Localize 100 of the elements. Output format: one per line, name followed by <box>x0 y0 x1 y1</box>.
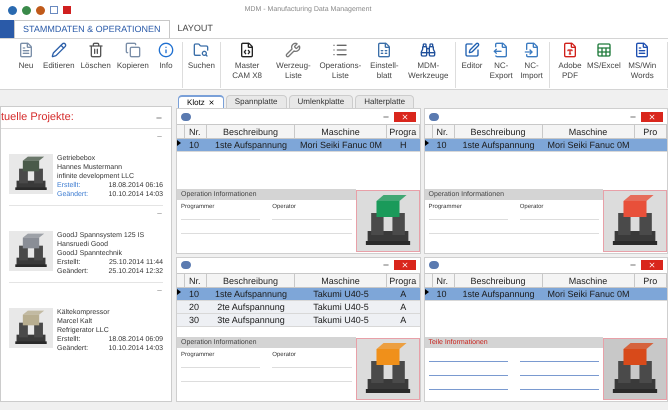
column-header[interactable]: Progra <box>387 125 420 138</box>
document-tab[interactable]: Umlenkplatte <box>288 95 354 108</box>
table-row[interactable]: 10 1ste Aufspannung Takumi U40-5 A <box>177 288 420 300</box>
ribbon-tab[interactable]: STAMMDATEN & OPERATIONEN <box>14 20 170 38</box>
info-icon <box>158 42 174 58</box>
panel-icon <box>181 261 191 269</box>
ribbon-button[interactable]: Master CAM X8 <box>224 42 270 88</box>
ribbon-button[interactable]: Adobe PDF <box>552 42 588 88</box>
table-cell-text: Takumi U40-5 <box>312 288 370 300</box>
column-header[interactable]: Beschreibung <box>207 274 295 286</box>
document-icon <box>18 42 34 58</box>
row-pointer-icon <box>177 140 181 146</box>
ribbon-button[interactable]: Werzeug-Liste <box>272 42 315 88</box>
table-cell-text: 20 <box>188 300 200 312</box>
table-cell-text: 10 <box>436 139 448 151</box>
column-header[interactable]: Nr. <box>432 274 454 286</box>
close-button[interactable] <box>394 260 416 270</box>
column-header[interactable]: Nr. <box>185 274 207 286</box>
row-pointer-icon <box>424 288 428 294</box>
pdf-file-icon <box>562 42 578 58</box>
edit-icon <box>464 42 480 58</box>
collapse-icon[interactable] <box>156 133 163 140</box>
ribbon-button[interactable]: Neu <box>13 42 39 88</box>
ribbon-button[interactable]: Löschen <box>78 42 113 88</box>
table-cell-text: 30 <box>188 314 200 326</box>
table-cell-text: Mori Seiki Fanuc 0M <box>546 288 631 300</box>
table-cell-text: A <box>399 288 408 300</box>
column-header[interactable]: Maschine <box>295 125 387 138</box>
table-cell-text: A <box>399 314 408 326</box>
table-cell-text: 1ste Aufspannung <box>461 139 536 151</box>
document-tab[interactable]: Spannplatte <box>226 95 286 108</box>
row-pointer-icon <box>424 140 428 146</box>
ribbon-button[interactable]: Einstell-blatt <box>366 42 403 88</box>
close-icon[interactable] <box>208 99 215 106</box>
ribbon-button[interactable]: NC-Export <box>487 42 516 88</box>
table-cell-text: 2te Aufspannung <box>216 300 286 312</box>
spreadsheet-icon <box>596 42 612 58</box>
column-header[interactable]: Beschreibung <box>207 125 295 138</box>
table-cell-text: H <box>399 139 408 151</box>
column-header[interactable]: Beschreibung <box>454 125 542 138</box>
table-cell-text: Takumi U40-5 <box>312 300 370 312</box>
collapse-icon[interactable] <box>156 210 163 217</box>
pencil-icon <box>50 42 67 58</box>
column-header[interactable]: Beschreibung <box>454 274 542 286</box>
panel-icon <box>428 261 438 269</box>
close-button[interactable] <box>394 112 416 122</box>
close-button[interactable] <box>641 260 663 270</box>
close-icon <box>400 261 408 269</box>
folder-search-icon <box>193 42 210 58</box>
table-row[interactable]: 10 1ste Aufspannung Mori Seiki Fanuc 0M <box>424 288 667 300</box>
table-cell-text: 1ste Aufspannung <box>214 288 288 300</box>
table-cell-text: 10 <box>188 139 200 151</box>
ribbon-button[interactable]: Editor <box>459 42 485 88</box>
sheet-icon <box>376 42 392 58</box>
column-header[interactable]: Maschine <box>542 274 634 286</box>
ribbon-button[interactable]: MS/Win Words <box>620 42 664 88</box>
table-row[interactable]: 30 3te Aufspannung Takumi U40-5 A <box>177 314 420 326</box>
text-file-icon <box>634 42 650 58</box>
table-cell-text: 1ste Aufspannung <box>214 139 288 151</box>
close-icon <box>648 261 656 269</box>
column-header[interactable]: Maschine <box>295 274 387 286</box>
table-cell-text: 10 <box>436 288 448 300</box>
list-icon <box>332 42 348 58</box>
ribbon-tab[interactable]: LAYOUT <box>170 20 221 38</box>
document-tab[interactable]: Halterplatte <box>355 95 414 108</box>
table-row[interactable]: 20 2te Aufspannung Takumi U40-5 A <box>177 300 420 314</box>
close-icon <box>648 112 656 120</box>
ribbon-button[interactable]: Operations-Liste <box>316 42 364 88</box>
column-header[interactable]: Nr. <box>185 125 207 138</box>
ribbon-button[interactable]: Suchen <box>186 42 217 88</box>
column-header[interactable]: Nr. <box>432 125 454 138</box>
column-header[interactable]: Maschine <box>542 125 634 138</box>
table-cell-text: Mori Seiki Fanuc 0M <box>546 139 631 151</box>
column-header[interactable]: Pro <box>634 125 667 138</box>
table-cell-text: A <box>399 300 408 312</box>
ribbon-button[interactable]: MS/Excel <box>589 42 618 88</box>
collapse-icon[interactable] <box>156 287 163 294</box>
table-cell-text: 3te Aufspannung <box>216 314 286 326</box>
table-cell-text: 1ste Aufspannung <box>461 288 536 300</box>
trash-icon <box>88 42 104 58</box>
ribbon-button[interactable]: Editieren <box>41 42 77 88</box>
ribbon-button[interactable]: Info <box>152 42 179 88</box>
table-cell-text: Mori Seiki Fanuc 0M <box>298 139 384 151</box>
column-header[interactable]: Pro <box>634 274 667 286</box>
ribbon-button[interactable]: MDM-Werkzeuge <box>404 42 452 88</box>
binoculars-icon <box>420 42 436 58</box>
table-cell-text: Takumi U40-5 <box>312 314 370 326</box>
table-row[interactable]: 10 1ste Aufspannung Mori Seiki Fanuc 0M H <box>177 139 420 152</box>
panel-title: tuelle Projekte: <box>1 110 75 126</box>
copy-icon <box>124 42 141 58</box>
close-button[interactable] <box>641 112 663 122</box>
ribbon-button[interactable]: NC-Import <box>517 42 546 88</box>
column-header[interactable]: Progra <box>387 274 420 286</box>
import-icon <box>524 42 540 58</box>
table-cell-text: 10 <box>188 288 200 300</box>
document-tab[interactable]: Klotz <box>178 95 224 108</box>
close-icon <box>400 112 408 120</box>
export-icon <box>493 42 510 58</box>
ribbon-button[interactable]: Kopieren <box>114 42 151 88</box>
table-row[interactable]: 10 1ste Aufspannung Mori Seiki Fanuc 0M <box>424 139 667 152</box>
